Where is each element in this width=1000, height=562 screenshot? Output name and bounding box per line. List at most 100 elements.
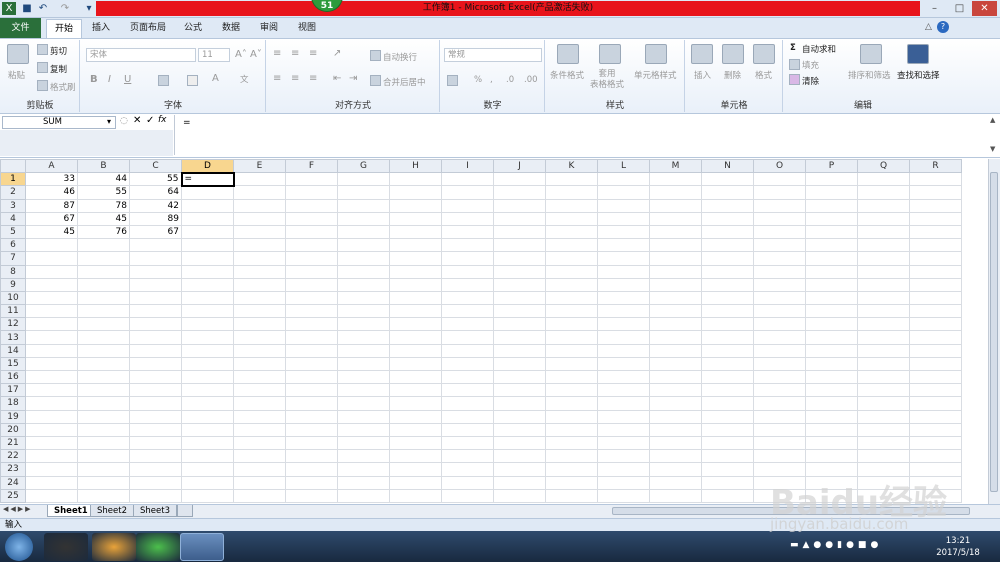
cell-g14[interactable] xyxy=(337,343,390,358)
cell-k13[interactable] xyxy=(545,330,598,345)
cell-n15[interactable] xyxy=(701,356,754,372)
cell-e5[interactable] xyxy=(233,224,286,240)
cell-h5[interactable] xyxy=(389,224,442,240)
row-header[interactable]: 17 xyxy=(0,383,26,398)
row-header[interactable]: 12 xyxy=(0,317,26,332)
cell-h1[interactable] xyxy=(389,172,442,187)
cell-b21[interactable] xyxy=(77,435,130,451)
cell-n22[interactable] xyxy=(701,449,754,464)
cell-m9[interactable] xyxy=(649,277,702,292)
phonetic-icon[interactable]: 文 xyxy=(240,73,249,85)
cell-b10[interactable] xyxy=(77,290,130,306)
cell-i21[interactable] xyxy=(441,435,494,451)
shrink-font-icon[interactable]: A˅ xyxy=(250,49,262,60)
cell-l14[interactable] xyxy=(597,343,650,358)
cell-f9[interactable] xyxy=(285,277,338,292)
cell-l22[interactable] xyxy=(597,449,650,464)
cell-a25[interactable] xyxy=(25,488,78,503)
cell-l15[interactable] xyxy=(597,356,650,372)
cell-g24[interactable] xyxy=(337,475,390,490)
cell-f17[interactable] xyxy=(285,383,338,398)
cell-a11[interactable] xyxy=(25,304,78,319)
cell-n2[interactable] xyxy=(701,185,754,200)
cell-e20[interactable] xyxy=(233,422,286,437)
cell-e12[interactable] xyxy=(233,317,286,332)
quick-access-dropdown-icon[interactable]: ▾ xyxy=(82,2,96,15)
merge-center-icon[interactable] xyxy=(370,75,381,86)
cell-f7[interactable] xyxy=(285,251,338,266)
cell-a19[interactable] xyxy=(25,409,78,424)
cell-j2[interactable] xyxy=(493,185,546,200)
cell-r3[interactable] xyxy=(909,198,962,213)
cell-a23[interactable] xyxy=(25,462,78,477)
cell-j6[interactable] xyxy=(493,238,546,253)
cell-n21[interactable] xyxy=(701,435,754,451)
cell-r13[interactable] xyxy=(909,330,962,345)
column-header-o[interactable]: O xyxy=(753,159,806,174)
cell-g18[interactable] xyxy=(337,396,390,411)
cell-p5[interactable] xyxy=(805,224,858,240)
cell-i18[interactable] xyxy=(441,396,494,411)
cell-o3[interactable] xyxy=(753,198,806,213)
sheet-tab-3[interactable]: Sheet3 xyxy=(133,505,177,517)
find-select-button[interactable]: 查找和选择 xyxy=(897,69,940,81)
insert-cells-icon[interactable] xyxy=(691,44,713,64)
cell-b4[interactable]: 45 xyxy=(77,211,130,226)
cell-p12[interactable] xyxy=(805,317,858,332)
column-header-e[interactable]: E xyxy=(233,159,286,174)
cell-i6[interactable] xyxy=(441,238,494,253)
sheet-tab-1[interactable]: Sheet1 xyxy=(47,505,95,517)
cell-a22[interactable] xyxy=(25,449,78,464)
cell-o13[interactable] xyxy=(753,330,806,345)
cell-k25[interactable] xyxy=(545,488,598,503)
cell-e14[interactable] xyxy=(233,343,286,358)
cell-j14[interactable] xyxy=(493,343,546,358)
cell-b17[interactable] xyxy=(77,383,130,398)
cell-g19[interactable] xyxy=(337,409,390,424)
cell-n7[interactable] xyxy=(701,251,754,266)
cell-h13[interactable] xyxy=(389,330,442,345)
cell-q2[interactable] xyxy=(857,185,910,200)
cell-i22[interactable] xyxy=(441,449,494,464)
cell-o17[interactable] xyxy=(753,383,806,398)
cell-j11[interactable] xyxy=(493,304,546,319)
cell-k1[interactable] xyxy=(545,172,598,187)
align-bottom-icon[interactable]: ≡ xyxy=(309,48,317,59)
cell-c3[interactable]: 42 xyxy=(129,198,182,213)
cell-l11[interactable] xyxy=(597,304,650,319)
cell-d13[interactable] xyxy=(181,330,234,345)
cell-r20[interactable] xyxy=(909,422,962,437)
sort-filter-button[interactable]: 排序和筛选 xyxy=(848,69,891,81)
format-as-table-icon[interactable] xyxy=(599,44,621,64)
cell-d17[interactable] xyxy=(181,383,234,398)
cut-button[interactable]: 剪切 xyxy=(50,45,67,57)
align-right-icon[interactable]: ≡ xyxy=(309,73,317,84)
cell-l1[interactable] xyxy=(597,172,650,187)
cell-c2[interactable]: 64 xyxy=(129,185,182,200)
cell-r17[interactable] xyxy=(909,383,962,398)
cell-o5[interactable] xyxy=(753,224,806,240)
cell-f22[interactable] xyxy=(285,449,338,464)
cell-h12[interactable] xyxy=(389,317,442,332)
align-center-icon[interactable]: ≡ xyxy=(291,73,299,84)
cell-e4[interactable] xyxy=(233,211,286,226)
cell-m23[interactable] xyxy=(649,462,702,477)
name-box[interactable]: SUM xyxy=(2,116,116,129)
row-header[interactable]: 21 xyxy=(0,435,26,451)
cell-j19[interactable] xyxy=(493,409,546,424)
cell-a7[interactable] xyxy=(25,251,78,266)
cell-g11[interactable] xyxy=(337,304,390,319)
cell-j18[interactable] xyxy=(493,396,546,411)
cell-q1[interactable] xyxy=(857,172,910,187)
cell-n16[interactable] xyxy=(701,369,754,385)
cell-l5[interactable] xyxy=(597,224,650,240)
cell-i5[interactable] xyxy=(441,224,494,240)
cell-k9[interactable] xyxy=(545,277,598,292)
cell-h25[interactable] xyxy=(389,488,442,503)
cell-h20[interactable] xyxy=(389,422,442,437)
font-color-icon[interactable]: A xyxy=(212,73,219,84)
sheet-nav-icon[interactable]: ◀◀▶▶ xyxy=(3,505,33,513)
delete-cells-icon[interactable] xyxy=(722,44,744,64)
cell-a14[interactable] xyxy=(25,343,78,358)
cell-j12[interactable] xyxy=(493,317,546,332)
